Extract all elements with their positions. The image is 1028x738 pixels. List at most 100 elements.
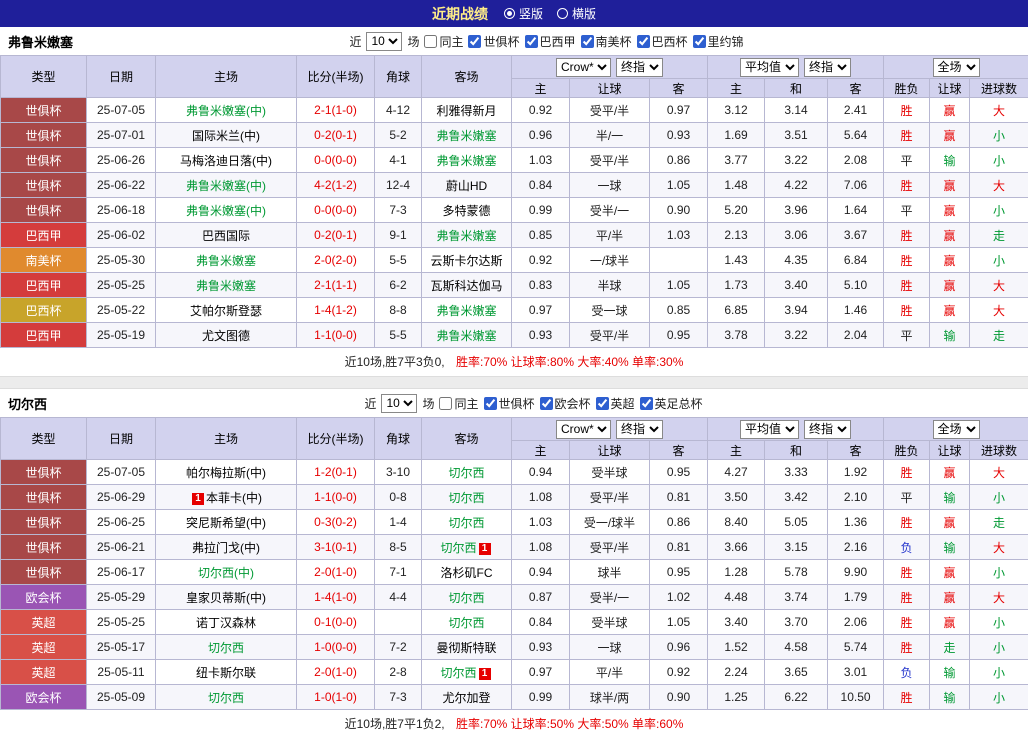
league-filter[interactable]: 世俱杯: [468, 33, 519, 50]
home-team[interactable]: 1本菲卡(中): [156, 485, 297, 510]
league-filter-checkbox[interactable]: [540, 397, 553, 410]
away-team[interactable]: 利雅得新月: [422, 98, 512, 123]
score[interactable]: 2-0(2-0): [297, 248, 375, 273]
match-count-select[interactable]: 10: [366, 32, 402, 51]
league-filter-checkbox[interactable]: [484, 397, 497, 410]
score[interactable]: 2-0(1-0): [297, 660, 375, 685]
average-select[interactable]: 平均值: [740, 58, 799, 77]
score[interactable]: 4-2(1-2): [297, 173, 375, 198]
closing-index-select-2[interactable]: 终指: [804, 420, 851, 439]
home-team[interactable]: 艾帕尔斯登瑟: [156, 298, 297, 323]
league-filter-checkbox[interactable]: [468, 35, 481, 48]
home-team[interactable]: 弗鲁米嫩塞(中): [156, 198, 297, 223]
score[interactable]: 0-2(0-1): [297, 123, 375, 148]
league-filter-checkbox[interactable]: [693, 35, 706, 48]
league-filter[interactable]: 世俱杯: [484, 395, 535, 412]
closing-index-select[interactable]: 终指: [616, 420, 663, 439]
score[interactable]: 1-4(1-0): [297, 585, 375, 610]
league-filter-checkbox[interactable]: [637, 35, 650, 48]
away-team[interactable]: 切尔西1: [422, 535, 512, 560]
average-select[interactable]: 平均值: [740, 420, 799, 439]
away-team[interactable]: 切尔西1: [422, 660, 512, 685]
league-filter-checkbox[interactable]: [525, 35, 538, 48]
away-team[interactable]: 弗鲁米嫩塞: [422, 223, 512, 248]
score[interactable]: 0-0(0-0): [297, 148, 375, 173]
away-team[interactable]: 洛杉矶FC: [422, 560, 512, 585]
score[interactable]: 2-0(1-0): [297, 560, 375, 585]
away-team[interactable]: 云斯卡尔达斯: [422, 248, 512, 273]
same-home-filter[interactable]: 同主: [439, 395, 478, 412]
home-team[interactable]: 弗鲁米嫩塞(中): [156, 173, 297, 198]
odds-away: 1.03: [650, 223, 708, 248]
league-filter-checkbox[interactable]: [640, 397, 653, 410]
league-filter-checkbox[interactable]: [596, 397, 609, 410]
closing-index-select-2[interactable]: 终指: [804, 58, 851, 77]
bookmaker-select[interactable]: Crow*: [556, 58, 611, 77]
league-filter[interactable]: 英超: [596, 395, 635, 412]
score[interactable]: 3-1(0-1): [297, 535, 375, 560]
matches-label: 场: [407, 33, 419, 50]
home-team[interactable]: 诺丁汉森林: [156, 610, 297, 635]
away-team[interactable]: 弗鲁米嫩塞: [422, 298, 512, 323]
league-filter[interactable]: 巴西甲: [525, 33, 576, 50]
league-filter[interactable]: 南美杯: [581, 33, 632, 50]
fulltime-select[interactable]: 全场: [933, 420, 980, 439]
home-team[interactable]: 巴西国际: [156, 223, 297, 248]
score[interactable]: 1-4(1-2): [297, 298, 375, 323]
same-home-checkbox[interactable]: [424, 35, 437, 48]
score[interactable]: 1-0(0-0): [297, 635, 375, 660]
score[interactable]: 1-1(0-0): [297, 323, 375, 348]
away-team[interactable]: 切尔西: [422, 585, 512, 610]
home-team[interactable]: 切尔西: [156, 635, 297, 660]
away-team[interactable]: 切尔西: [422, 610, 512, 635]
league-filter[interactable]: 里约锦: [693, 33, 744, 50]
closing-index-select[interactable]: 终指: [616, 58, 663, 77]
away-team[interactable]: 切尔西: [422, 460, 512, 485]
home-team[interactable]: 切尔西: [156, 685, 297, 710]
same-home-checkbox[interactable]: [439, 397, 452, 410]
away-team[interactable]: 尤尔加登: [422, 685, 512, 710]
league-badge: 南美杯: [1, 248, 87, 273]
home-team[interactable]: 弗鲁米嫩塞: [156, 248, 297, 273]
fulltime-select[interactable]: 全场: [933, 58, 980, 77]
league-filter-checkbox[interactable]: [581, 35, 594, 48]
home-team[interactable]: 纽卡斯尔联: [156, 660, 297, 685]
score[interactable]: 2-1(1-0): [297, 98, 375, 123]
same-home-filter[interactable]: 同主: [424, 33, 463, 50]
score[interactable]: 0-2(0-1): [297, 223, 375, 248]
home-team[interactable]: 皇家贝蒂斯(中): [156, 585, 297, 610]
match-count-select[interactable]: 10: [381, 394, 417, 413]
away-team[interactable]: 弗鲁米嫩塞: [422, 323, 512, 348]
score[interactable]: 2-1(1-1): [297, 273, 375, 298]
home-team[interactable]: 马梅洛迪日落(中): [156, 148, 297, 173]
away-team[interactable]: 切尔西: [422, 510, 512, 535]
away-team[interactable]: 曼彻斯特联: [422, 635, 512, 660]
away-team[interactable]: 弗鲁米嫩塞: [422, 148, 512, 173]
layout-option[interactable]: 竖版: [504, 5, 543, 22]
league-filter[interactable]: 英足总杯: [640, 395, 703, 412]
score[interactable]: 1-2(0-1): [297, 460, 375, 485]
home-team[interactable]: 切尔西(中): [156, 560, 297, 585]
score[interactable]: 0-3(0-2): [297, 510, 375, 535]
league-filter[interactable]: 巴西杯: [637, 33, 688, 50]
score[interactable]: 0-1(0-0): [297, 610, 375, 635]
bookmaker-select[interactable]: Crow*: [556, 420, 611, 439]
home-team[interactable]: 尤文图德: [156, 323, 297, 348]
score[interactable]: 0-0(0-0): [297, 198, 375, 223]
away-team[interactable]: 多特蒙德: [422, 198, 512, 223]
away-team[interactable]: 蔚山HD: [422, 173, 512, 198]
away-team[interactable]: 弗鲁米嫩塞: [422, 123, 512, 148]
home-team[interactable]: 弗鲁米嫩塞(中): [156, 98, 297, 123]
league-filter[interactable]: 欧会杯: [540, 395, 591, 412]
home-team[interactable]: 国际米兰(中): [156, 123, 297, 148]
away-team[interactable]: 切尔西: [422, 485, 512, 510]
away-team[interactable]: 瓦斯科达伽马: [422, 273, 512, 298]
home-team[interactable]: 弗拉门戈(中): [156, 535, 297, 560]
home-team[interactable]: 弗鲁米嫩塞: [156, 273, 297, 298]
home-team[interactable]: 帕尔梅拉斯(中): [156, 460, 297, 485]
layout-option[interactable]: 横版: [557, 5, 596, 22]
score[interactable]: 1-0(1-0): [297, 685, 375, 710]
home-team[interactable]: 突尼斯希望(中): [156, 510, 297, 535]
score[interactable]: 1-1(0-0): [297, 485, 375, 510]
odds-handicap: 半/一: [570, 123, 650, 148]
